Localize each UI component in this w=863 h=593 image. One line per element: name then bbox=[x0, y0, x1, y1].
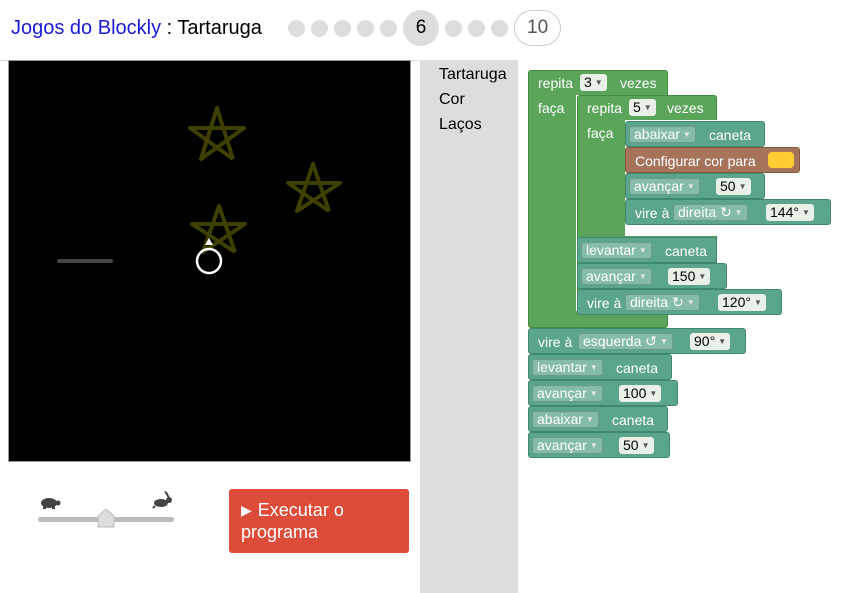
pen-suffix: caneta bbox=[709, 127, 752, 143]
level-4-dot[interactable] bbox=[357, 19, 374, 37]
repeat-label: repita bbox=[587, 100, 623, 116]
game-name: Tartaruga bbox=[177, 17, 262, 39]
move-distance-input[interactable]: 50 ▼ bbox=[716, 178, 751, 195]
blocks-workspace[interactable]: repita 3 ▼ vezes faça repita 5 ▼ vezes faç… bbox=[518, 60, 863, 593]
level-selector: 6 10 bbox=[288, 10, 562, 46]
speed-slider-handle[interactable] bbox=[97, 508, 115, 528]
turn-label: vire à bbox=[538, 334, 573, 350]
pen-action-dropdown[interactable]: abaixar ▼ bbox=[532, 411, 599, 428]
move-direction-dropdown[interactable]: avançar ▼ bbox=[532, 437, 603, 454]
turtle-icon bbox=[195, 247, 223, 275]
repeat-label: repita bbox=[538, 75, 574, 91]
fast-rabbit-icon bbox=[152, 491, 172, 509]
repeat-do-label: faça bbox=[587, 125, 614, 141]
repeat-count-input[interactable]: 5 ▼ bbox=[629, 99, 656, 116]
current-level-badge[interactable]: 6 bbox=[403, 10, 439, 46]
title-separator: : bbox=[161, 17, 178, 39]
pen-down-block[interactable]: abaixar ▼ caneta bbox=[625, 121, 765, 147]
move-distance-input[interactable]: 50 ▼ bbox=[619, 437, 654, 454]
star-1 bbox=[188, 106, 246, 161]
pen-up-block[interactable]: levantar ▼ caneta bbox=[528, 354, 672, 380]
pen-suffix: caneta bbox=[665, 243, 708, 259]
run-button-label-line1: Executar o bbox=[257, 500, 344, 520]
pen-action-dropdown[interactable]: levantar ▼ bbox=[532, 359, 603, 376]
move-direction-dropdown[interactable]: avançar ▼ bbox=[532, 385, 603, 402]
repeat-suffix: vezes bbox=[620, 75, 657, 91]
level-8-dot[interactable] bbox=[468, 19, 485, 37]
turn-direction-dropdown[interactable]: direita ↻ ▼ bbox=[673, 204, 748, 221]
turn-direction-dropdown[interactable]: direita ↻ ▼ bbox=[625, 294, 700, 311]
pen-up-block[interactable]: levantar ▼ caneta bbox=[577, 237, 717, 263]
page-title: Jogos do Blockly : Tartaruga bbox=[11, 17, 262, 40]
slow-turtle-icon bbox=[41, 498, 61, 509]
app-home-link[interactable]: Jogos do Blockly bbox=[11, 17, 161, 39]
level-1-dot[interactable] bbox=[288, 19, 305, 37]
move-forward-block[interactable]: avançar ▼ 50 ▼ bbox=[625, 173, 765, 199]
set-color-block[interactable]: Configurar cor para bbox=[625, 147, 800, 173]
run-program-button[interactable]: ▶ Executar o programa bbox=[229, 489, 409, 553]
toolbox-category-turtle[interactable]: Tartaruga bbox=[439, 66, 507, 84]
run-button-label-line2: programa bbox=[241, 522, 319, 542]
turn-label: vire à bbox=[587, 295, 622, 311]
level-9-dot[interactable] bbox=[491, 19, 508, 37]
toolbox: Tartaruga Cor Laços bbox=[420, 60, 518, 593]
color-picker-swatch[interactable] bbox=[768, 152, 794, 168]
turn-direction-dropdown[interactable]: esquerda ↺ ▼ bbox=[578, 333, 673, 350]
pen-down-block[interactable]: abaixar ▼ caneta bbox=[528, 406, 668, 432]
pen-action-dropdown[interactable]: abaixar ▼ bbox=[629, 126, 696, 143]
move-direction-dropdown[interactable]: avançar ▼ bbox=[581, 268, 652, 285]
move-distance-input[interactable]: 150 ▼ bbox=[668, 268, 711, 285]
move-forward-block[interactable]: avançar ▼ 100 ▼ bbox=[528, 380, 678, 406]
controls-area: ▶ Executar o programa bbox=[0, 470, 420, 590]
turn-angle-input[interactable]: 120° ▼ bbox=[718, 294, 766, 311]
pen-suffix: caneta bbox=[616, 360, 659, 376]
level-7-dot[interactable] bbox=[445, 19, 462, 37]
turn-label: vire à bbox=[635, 205, 670, 221]
turn-block[interactable]: vire à direita ↻ ▼ 120° ▼ bbox=[577, 289, 782, 315]
star-2 bbox=[286, 162, 342, 213]
set-color-label: Configurar cor para bbox=[635, 153, 756, 169]
turn-block[interactable]: vire à esquerda ↺ ▼ 90° ▼ bbox=[528, 328, 746, 354]
last-level-badge[interactable]: 10 bbox=[514, 10, 562, 46]
turn-angle-input[interactable]: 144° ▼ bbox=[766, 204, 814, 221]
move-forward-block[interactable]: avançar ▼ 150 ▼ bbox=[577, 263, 727, 289]
toolbox-category-loops[interactable]: Laços bbox=[439, 116, 482, 134]
pen-suffix: caneta bbox=[612, 412, 655, 428]
level-2-dot[interactable] bbox=[311, 19, 328, 37]
repeat-count-input[interactable]: 3 ▼ bbox=[580, 74, 607, 91]
turn-block[interactable]: vire à direita ↻ ▼ 144° ▼ bbox=[625, 199, 831, 225]
move-distance-input[interactable]: 100 ▼ bbox=[619, 385, 662, 402]
move-direction-dropdown[interactable]: avançar ▼ bbox=[629, 178, 700, 195]
move-forward-block[interactable]: avançar ▼ 50 ▼ bbox=[528, 432, 670, 458]
play-icon: ▶ bbox=[241, 502, 252, 518]
turtle-drawing bbox=[57, 106, 342, 275]
toolbox-category-color[interactable]: Cor bbox=[439, 91, 465, 109]
turtle-canvas bbox=[8, 60, 411, 462]
level-3-dot[interactable] bbox=[334, 19, 351, 37]
level-5-dot[interactable] bbox=[380, 19, 397, 37]
pen-action-dropdown[interactable]: levantar ▼ bbox=[581, 242, 652, 259]
repeat-suffix: vezes bbox=[667, 100, 704, 116]
repeat-do-label: faça bbox=[538, 100, 565, 116]
turn-angle-input[interactable]: 90° ▼ bbox=[690, 333, 731, 350]
star-3 bbox=[190, 204, 247, 254]
header: Jogos do Blockly : Tartaruga 6 10 bbox=[0, 0, 863, 61]
